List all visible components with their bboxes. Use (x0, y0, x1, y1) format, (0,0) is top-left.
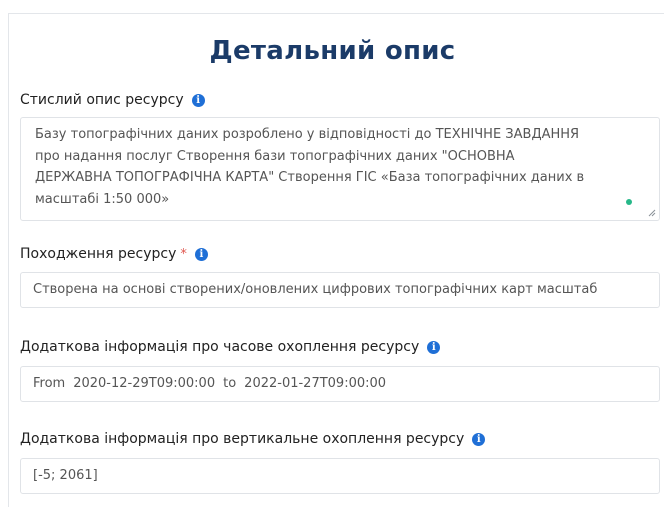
short-description-line: Базу топографічних даних розроблено у ві… (35, 127, 580, 142)
required-asterisk: * (180, 246, 187, 262)
info-icon[interactable]: i (472, 432, 486, 446)
temporal-to-label: to (223, 376, 237, 391)
vertical-extent-input[interactable]: [-5; 2061] (20, 458, 660, 494)
resize-handle-icon[interactable] (648, 209, 656, 217)
temporal-to-value: 2022-01-27T09:00:00 (244, 376, 387, 391)
vertical-label-row: Додаткова інформація про вертикальне охо… (20, 431, 486, 447)
origin-label: Походження ресурсу (20, 246, 177, 262)
short-description-label-row: Стислий опис ресурсу i (20, 92, 205, 108)
origin-input[interactable]: Створена на основі створених/оновлених ц… (20, 272, 660, 308)
temporal-range-field[interactable]: From 2020-12-29T09:00:00 to 2022-01-27T09:0… (20, 366, 660, 402)
temporal-label-row: Додаткова інформація про часове охопленн… (20, 339, 441, 355)
origin-label-row: Походження ресурсу * i (20, 246, 208, 262)
short-description-line: ДЕРЖАВНА ТОПОГРАФІЧНА КАРТА" Створення Г… (35, 170, 585, 185)
temporal-from-value: 2020-12-29T09:00:00 (73, 376, 216, 391)
section-title: Детальний опис (209, 36, 456, 66)
status-dot-icon (626, 199, 632, 205)
short-description-line: масштабі 1:50 000» (35, 191, 170, 207)
info-icon[interactable]: i (427, 340, 441, 354)
temporal-label: Додаткова інформація про часове охопленн… (20, 339, 420, 355)
short-description-label: Стислий опис ресурсу (20, 92, 184, 108)
short-description-line: про надання послуг Створення бази топогр… (35, 148, 515, 164)
temporal-from-label: From (33, 376, 66, 391)
vertical-label: Додаткова інформація про вертикальне охо… (20, 431, 465, 447)
origin-value: Створена на основі створених/оновлених ц… (33, 282, 598, 297)
info-icon[interactable]: i (194, 247, 208, 261)
info-icon[interactable]: i (191, 93, 205, 107)
vertical-value: [-5; 2061] (33, 468, 98, 483)
short-description-textarea[interactable]: Базу топографічних даних розроблено у ві… (20, 117, 660, 221)
